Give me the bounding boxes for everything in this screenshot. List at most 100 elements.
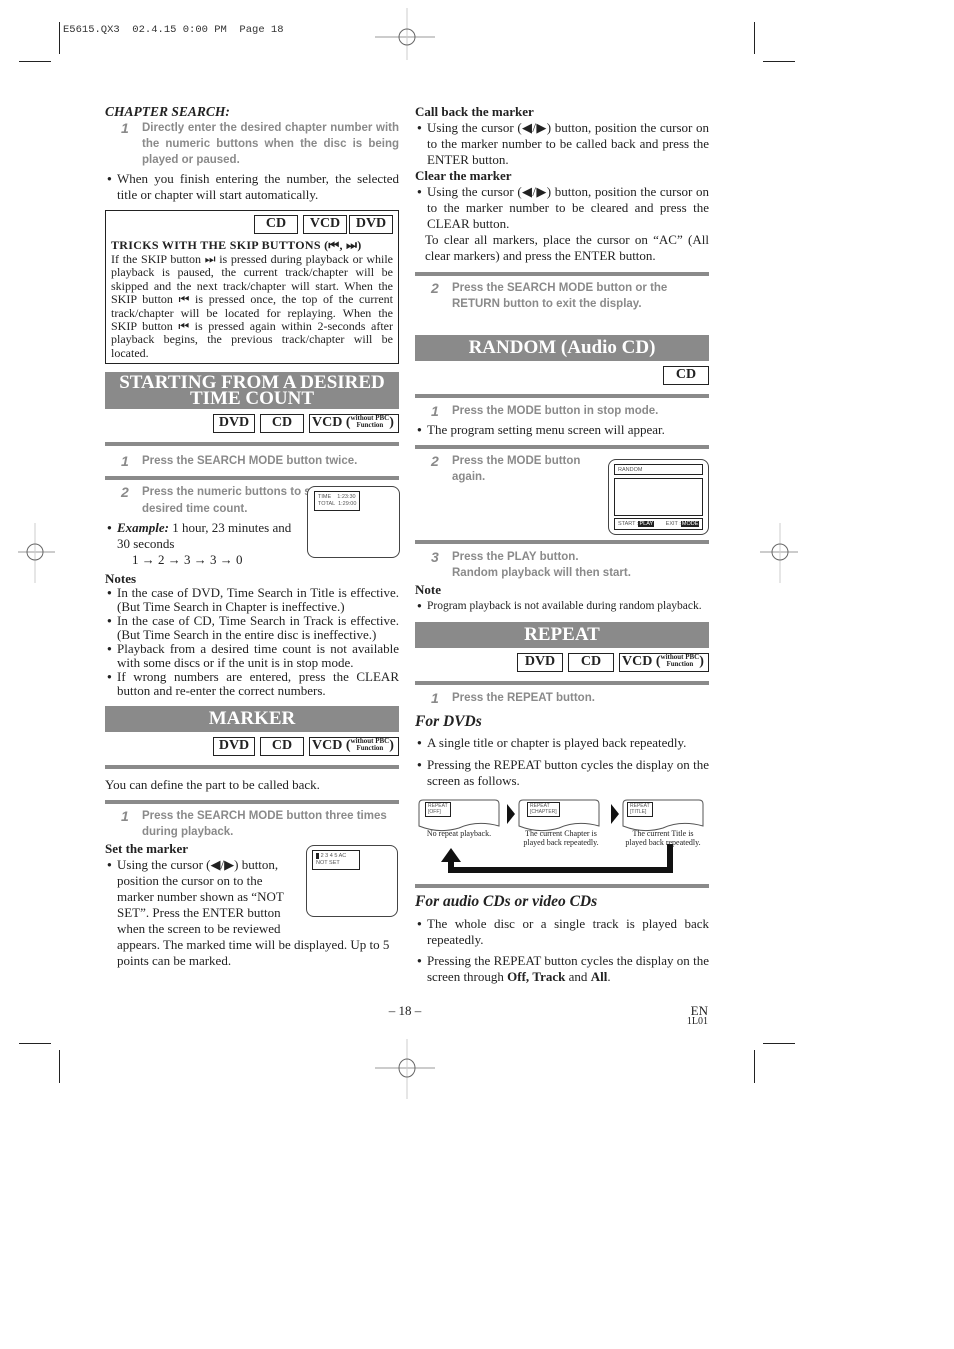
tv-screen-random: RANDOM START :PLAY EXIT :MODE [608, 459, 709, 535]
badge-dvd: DVD [349, 215, 393, 234]
step-text: Press the MODE button again. [452, 455, 581, 483]
caption-line: The current Title is [632, 829, 694, 838]
crop-mark [19, 1043, 51, 1044]
crop-mark [754, 22, 755, 54]
osd-line: 11 2 3 4 5 AC 2 3 4 5 AC [316, 853, 347, 859]
crop-mark [19, 61, 51, 62]
badge-dvd: DVD [213, 414, 255, 434]
bullet-text: The program setting menu screen will app… [427, 422, 665, 437]
caption-chapter: The current Chapter is played back repeat… [515, 829, 607, 847]
divider [415, 272, 709, 276]
osd-time-display: TIME 1:23:30 TOTAL 1:29:00 [314, 491, 360, 511]
registration-mark-icon [18, 523, 55, 583]
step-number: 3 [431, 549, 439, 565]
registration-mark-icon [375, 8, 435, 60]
bullet-text: . [607, 969, 611, 984]
osd-marker-display: 11 2 3 4 5 AC 2 3 4 5 AC NOT SET [312, 850, 360, 870]
badge-vcd: VCD (without PBC Function) [309, 737, 399, 757]
badge-cd: CD [663, 366, 709, 385]
option-off: Off, [507, 969, 530, 984]
section-header-repeat: REPEAT [415, 622, 709, 648]
dvd-bullet: A single title or chapter is played back… [415, 735, 709, 751]
clear-marker-body: Using the cursor (◀/▶) button, position … [415, 184, 709, 232]
return-arrow-icon [448, 844, 673, 873]
disc-badges: DVD CD VCD (without PBC Function) [415, 653, 709, 672]
step-number: 2 [121, 484, 129, 501]
clear-marker-title: Clear the marker [415, 168, 512, 183]
step-text: Press the SEARCH MODE button twice. [142, 455, 358, 468]
divider [105, 442, 399, 447]
marker-step-1: 1 Press the SEARCH MODE button three tim… [105, 808, 399, 840]
divider [415, 681, 709, 685]
tv-screen-marker: 11 2 3 4 5 AC 2 3 4 5 AC NOT SET [306, 845, 398, 917]
osd-key: MODE [680, 521, 700, 527]
badge-vcd: VCD [303, 215, 347, 234]
crop-mark [754, 1050, 755, 1083]
disc-badges: CD [415, 366, 709, 385]
osd-line: [CHAPTER] [530, 808, 557, 815]
arrow-right-icon [611, 804, 619, 824]
call-back-body: Using the cursor (◀/▶) button, position … [415, 120, 709, 168]
for-dvds-title: For DVDs [415, 713, 482, 730]
chapter-search-title: CHAPTER SEARCH: [105, 104, 230, 119]
step-number: 1 [121, 120, 129, 136]
section-header-marker: MARKER [105, 706, 399, 733]
section-header-random: RANDOM (Audio CD) [415, 335, 709, 361]
badge-cd: CD [568, 653, 614, 672]
osd-repeat-title: REPEAT [TITLE] [627, 802, 653, 817]
osd-repeat-off: REPEAT [OFF] [425, 802, 451, 817]
set-marker-body-cont: appears. The marked time will be display… [117, 937, 390, 969]
osd-random-body [614, 478, 703, 516]
step-text: Press the MODE button in stop mode. [452, 405, 659, 417]
disc-badges: DVD CD VCD (without PBC Function) [105, 414, 399, 434]
step-text: Press the REPEAT button. [452, 692, 595, 704]
badge-label: VCD [312, 415, 343, 431]
step-text: Press the SEARCH MODE button or the RETU… [452, 282, 668, 310]
osd-line: [OFF] [428, 808, 441, 815]
option-all: All [590, 969, 608, 984]
registration-mark-icon [375, 1039, 435, 1099]
set-marker-body: Using the cursor (◀/▶) button, position … [105, 857, 297, 937]
bullet-text: Using the cursor (◀/▶) button, position … [427, 120, 709, 167]
registration-mark-icon [760, 523, 798, 583]
bullet-text: Using the cursor (◀/▶) button, position … [117, 857, 284, 937]
section-title: REPEAT [524, 624, 600, 645]
badge-vcd: VCD (without PBC Function) [309, 414, 399, 434]
example-label: Example: [117, 520, 169, 536]
random-note: Program playback is not available during… [415, 598, 709, 614]
right-column-bottom: For audio CDs or video CDs The whole dis… [415, 884, 709, 985]
osd-start-label: START : [618, 521, 639, 527]
caption-off: No repeat playback. [415, 829, 503, 838]
repeat-step-1: 1 Press the REPEAT button. [415, 690, 709, 706]
page-number: – 18 – [388, 1003, 422, 1018]
note-text: In the case of CD, Time Search in Track … [117, 613, 399, 643]
cd-bullet: The whole disc or a single track is play… [415, 916, 709, 948]
divider [415, 884, 709, 888]
section-title-line: TIME COUNT [189, 388, 315, 410]
note-item: In the case of CD, Time Search in Track … [105, 614, 399, 642]
clear-all-body: To clear all markers, place the cursor o… [425, 232, 709, 263]
divider [415, 540, 709, 544]
badge-cd: CD [254, 215, 298, 234]
for-cds-title: For audio CDs or video CDs [415, 893, 598, 910]
divider [415, 445, 709, 449]
step-number: 2 [431, 453, 439, 469]
chapter-search-step-1: 1 Directly enter the desired chapter num… [105, 120, 399, 168]
divider [105, 476, 399, 481]
crop-mark [59, 1050, 60, 1083]
section-title: RANDOM (Audio CD) [468, 337, 656, 358]
bullet-text: Using the cursor (◀/▶) button, position … [427, 184, 709, 231]
marker-step-2: 2 Press the SEARCH MODE button or the RE… [415, 280, 709, 312]
time-count-example: Example: 1 hour, 23 minutes and 30 secon… [105, 520, 302, 552]
random-step-3: 3 Press the PLAY button. Random playback… [415, 549, 709, 581]
note-item: Playback from a desired time count is no… [105, 642, 399, 670]
badge-note: Function [356, 744, 384, 753]
note-text: In the case of DVD, Time Search in Title… [117, 585, 399, 615]
badge-label: VCD [622, 654, 653, 669]
step-number: 2 [431, 280, 439, 296]
disc-badges: DVD CD VCD (without PBC Function) [105, 737, 399, 757]
osd-line: NOT SET [316, 860, 340, 866]
osd-exit-label: EXIT : [665, 521, 681, 527]
badge-dvd: DVD [213, 737, 255, 757]
step-number: 1 [121, 453, 129, 470]
